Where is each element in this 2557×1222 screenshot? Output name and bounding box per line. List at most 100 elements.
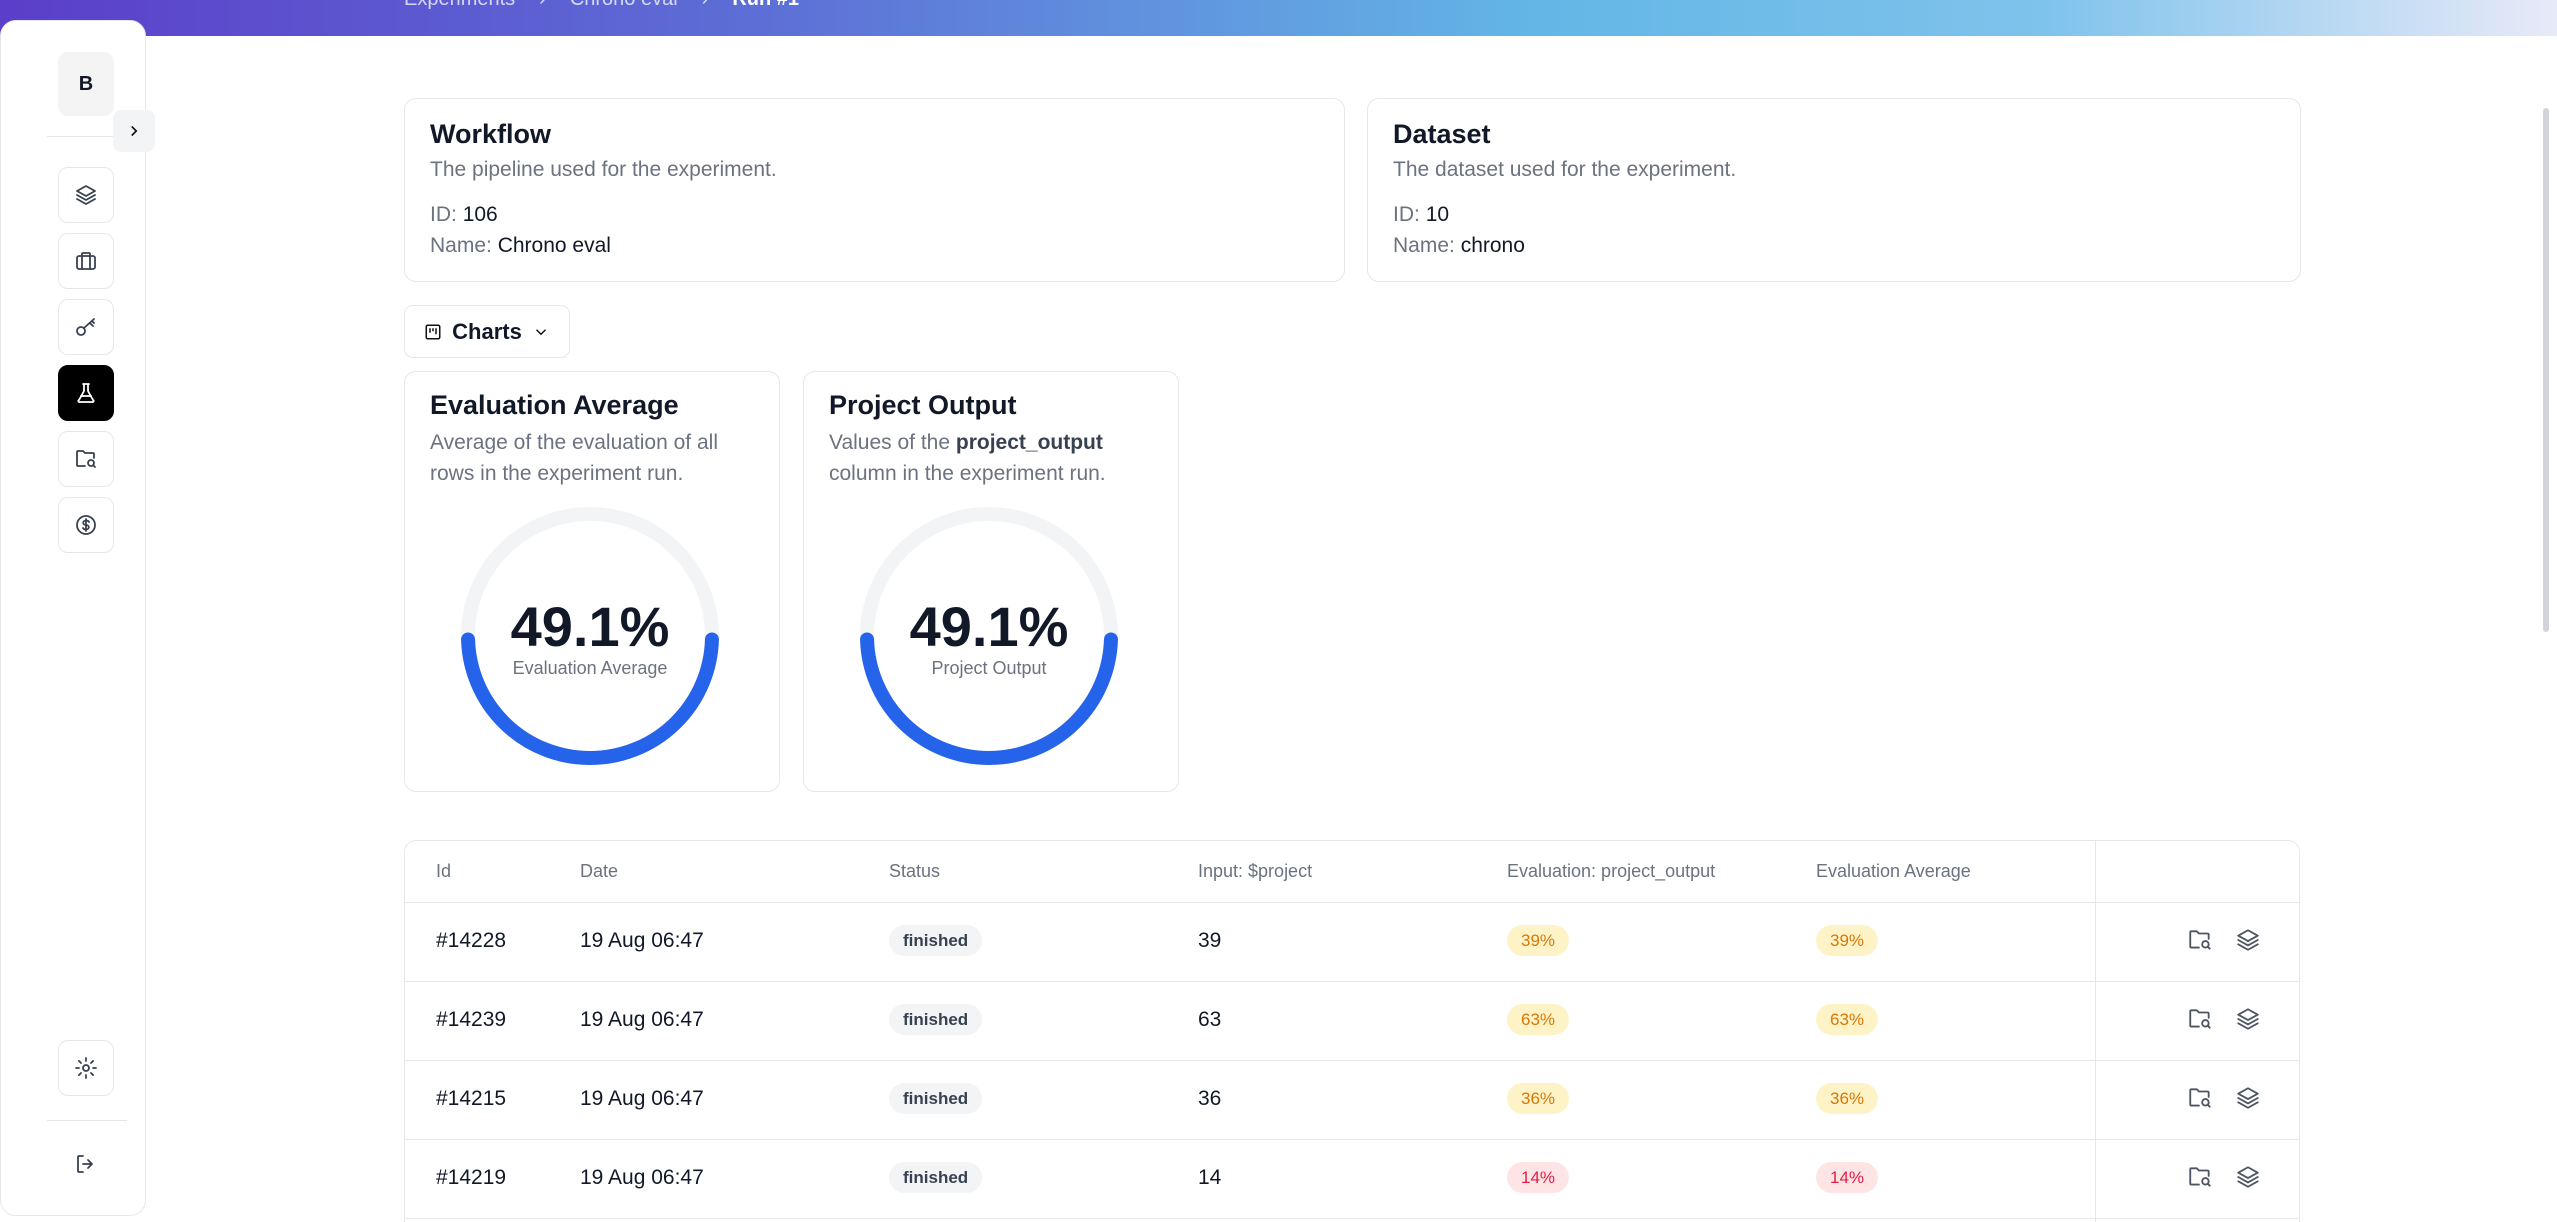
workflow-name-row: Name: Chrono eval bbox=[430, 230, 777, 261]
row-id: #14228 bbox=[436, 929, 507, 952]
row-id: #14239 bbox=[436, 1008, 507, 1031]
runs-table: Id Date Status Input: $project Evaluatio… bbox=[404, 840, 2300, 1222]
open-dataset-row-button[interactable] bbox=[2187, 927, 2213, 953]
breadcrumb-experiments[interactable]: Experiments bbox=[404, 0, 515, 11]
sidebar-item-datasets[interactable] bbox=[58, 431, 114, 487]
column-header-id[interactable]: Id bbox=[436, 861, 451, 882]
sidebar: B bbox=[0, 20, 146, 1216]
flask-icon bbox=[77, 383, 95, 403]
breadcrumb-workflow[interactable]: Chrono eval bbox=[570, 0, 678, 11]
table-row[interactable]: #14239 19 Aug 06:47 finished 63 63% 63% bbox=[405, 982, 2299, 1061]
workflow-id-row: ID: 106 bbox=[430, 199, 777, 230]
gauge-label: Evaluation Average bbox=[512, 658, 668, 678]
row-input: 14 bbox=[1198, 1166, 1222, 1189]
column-header-evaluation-average[interactable]: Evaluation Average bbox=[1816, 861, 1971, 882]
open-dataset-row-button[interactable] bbox=[2187, 1085, 2213, 1111]
layers-icon bbox=[76, 185, 96, 205]
row-id: #14219 bbox=[436, 1166, 507, 1189]
table-row[interactable]: #14228 19 Aug 06:47 finished 39 39% 39% bbox=[405, 903, 2299, 982]
avatar[interactable]: B bbox=[58, 52, 114, 116]
briefcase-icon bbox=[76, 252, 96, 270]
dataset-title: Dataset bbox=[1393, 119, 1491, 149]
logout-button[interactable] bbox=[58, 1136, 114, 1192]
gauge-subtitle-pre: Values of the bbox=[829, 431, 956, 454]
folder-search-icon bbox=[2189, 930, 2211, 950]
evaluation-badge: 63% bbox=[1507, 1004, 1570, 1035]
folder-search-icon bbox=[2189, 1088, 2211, 1108]
column-header-date[interactable]: Date bbox=[580, 861, 618, 882]
open-dataset-row-button[interactable] bbox=[2187, 1006, 2213, 1032]
dollar-icon bbox=[76, 515, 96, 535]
gauge-subtitle: Average of the evaluation of all rows in… bbox=[430, 431, 718, 485]
table-row[interactable]: #14219 19 Aug 06:47 finished 14 14% 14% bbox=[405, 1140, 2299, 1219]
gauge-label: Project Output bbox=[931, 658, 1047, 678]
dataset-id-label: ID: bbox=[1393, 203, 1420, 226]
dataset-card: Dataset The dataset used for the experim… bbox=[1367, 98, 2301, 282]
project-output-card: Project Output Values of the project_out… bbox=[803, 371, 1179, 792]
breadcrumb: Experiments › Chrono eval › Run #1 bbox=[404, 0, 799, 11]
chevron-down-icon bbox=[535, 328, 546, 335]
column-header-input[interactable]: Input: $project bbox=[1198, 861, 1312, 882]
sidebar-item-workflows[interactable] bbox=[58, 167, 114, 223]
page-scrollbar[interactable] bbox=[2543, 108, 2549, 632]
dataset-name-value: chrono bbox=[1460, 234, 1525, 257]
charts-dropdown-button[interactable]: Charts bbox=[404, 305, 570, 358]
sidebar-item-experiments[interactable] bbox=[58, 365, 114, 421]
gear-icon bbox=[75, 1057, 97, 1079]
row-date: 19 Aug 06:47 bbox=[580, 1087, 704, 1110]
sidebar-item-billing[interactable] bbox=[58, 497, 114, 553]
open-workflow-run-button[interactable] bbox=[2235, 927, 2261, 953]
workflow-id-value: 106 bbox=[462, 203, 498, 226]
row-id: #14215 bbox=[436, 1087, 507, 1110]
folder-search-icon bbox=[76, 450, 96, 468]
open-workflow-run-button[interactable] bbox=[2235, 1006, 2261, 1032]
status-badge: finished bbox=[889, 1004, 983, 1035]
evaluation-average-badge: 14% bbox=[1816, 1162, 1879, 1193]
gauge-subtitle-column: project_output bbox=[955, 431, 1103, 454]
open-workflow-run-button[interactable] bbox=[2235, 1164, 2261, 1190]
row-date: 19 Aug 06:47 bbox=[580, 1008, 704, 1031]
workflow-name-label: Name: bbox=[430, 234, 492, 257]
breadcrumb-separator: › bbox=[702, 0, 709, 11]
evaluation-badge: 36% bbox=[1507, 1083, 1570, 1114]
layers-icon bbox=[2237, 929, 2259, 951]
breadcrumb-separator: › bbox=[539, 0, 546, 11]
settings-button[interactable] bbox=[58, 1040, 114, 1096]
logout-icon bbox=[77, 1155, 93, 1173]
dataset-id-value: 10 bbox=[1425, 203, 1450, 226]
table-row[interactable]: #14215 19 Aug 06:47 finished 36 36% 36% bbox=[405, 1061, 2299, 1140]
key-icon bbox=[76, 318, 95, 336]
gauge-title: Evaluation Average bbox=[430, 390, 679, 420]
gauge-title: Project Output bbox=[829, 390, 1017, 420]
folder-search-icon bbox=[2189, 1009, 2211, 1029]
status-badge: finished bbox=[889, 925, 983, 956]
folder-search-icon bbox=[2189, 1167, 2211, 1187]
dataset-id-row: ID: 10 bbox=[1393, 199, 1736, 230]
row-input: 36 bbox=[1198, 1087, 1222, 1110]
evaluation-badge: 39% bbox=[1507, 925, 1570, 956]
workflow-title: Workflow bbox=[430, 119, 551, 149]
sidebar-expand-button[interactable] bbox=[113, 110, 155, 152]
column-header-evaluation[interactable]: Evaluation: project_output bbox=[1507, 861, 1715, 882]
evaluation-average-badge: 39% bbox=[1816, 925, 1879, 956]
row-input: 39 bbox=[1198, 929, 1222, 952]
table-header: Id Date Status Input: $project Evaluatio… bbox=[405, 841, 2299, 903]
workflow-card: Workflow The pipeline used for the exper… bbox=[404, 98, 1345, 282]
actions-divider bbox=[2095, 841, 2096, 1222]
gauge-subtitle: Values of the project_output column in t… bbox=[829, 427, 1159, 489]
column-header-status[interactable]: Status bbox=[889, 861, 940, 882]
sidebar-divider bbox=[47, 1120, 127, 1121]
project-output-gauge: 49.1% Project Output bbox=[859, 506, 1119, 766]
dataset-description: The dataset used for the experiment. bbox=[1393, 158, 1737, 181]
evaluation-average-gauge: 49.1% Evaluation Average bbox=[460, 506, 720, 766]
open-workflow-run-button[interactable] bbox=[2235, 1085, 2261, 1111]
gauge-subtitle-post: column in the experiment run. bbox=[829, 462, 1106, 485]
sidebar-item-projects[interactable] bbox=[58, 233, 114, 289]
layers-icon bbox=[2237, 1166, 2259, 1188]
layers-icon bbox=[2237, 1008, 2259, 1030]
gauge-value: 49.1% bbox=[909, 595, 1069, 658]
sidebar-item-keys[interactable] bbox=[58, 299, 114, 355]
open-dataset-row-button[interactable] bbox=[2187, 1164, 2213, 1190]
evaluation-average-badge: 63% bbox=[1816, 1004, 1879, 1035]
breadcrumb-current: Run #1 bbox=[732, 0, 799, 11]
